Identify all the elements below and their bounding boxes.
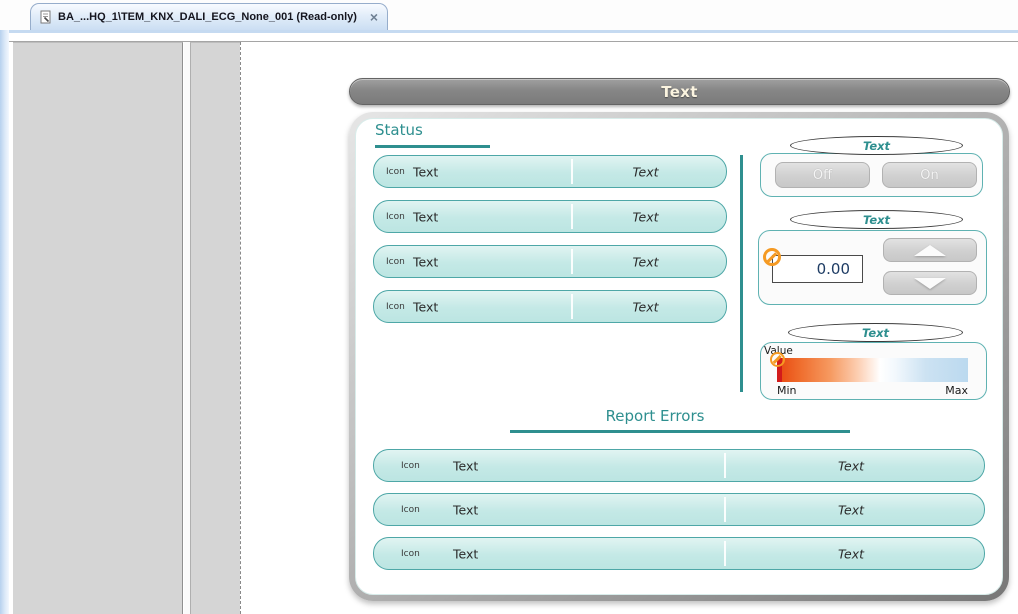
faceplate: Status Icon Text Text Icon Text Text Ico… <box>349 112 1009 601</box>
editor-window: BA_...HQ_1\TEM_KNX_DALI_ECG_None_001 (Re… <box>0 0 1018 614</box>
status-row-value: Text <box>571 164 720 179</box>
status-row: Icon Text Text <box>373 245 727 278</box>
faceplate-title: Text <box>661 83 697 101</box>
window-frame-left <box>0 30 9 614</box>
no-entry-icon <box>770 352 785 367</box>
switch-group-title: Text <box>790 136 963 155</box>
off-button[interactable]: Off <box>775 162 870 188</box>
report-row-icon-label: Icon <box>401 505 420 515</box>
status-row-value: Text <box>571 299 720 314</box>
report-row-label: Text <box>453 458 478 473</box>
no-entry-icon <box>763 248 781 266</box>
status-row-label: Text <box>413 254 438 269</box>
spinner-group-title: Text <box>790 210 963 229</box>
status-row-icon-label: Icon <box>386 257 405 267</box>
on-button[interactable]: On <box>882 162 977 188</box>
gauge-max-label: Max <box>929 384 968 397</box>
status-row-icon-label: Icon <box>386 302 405 312</box>
gauge-group-title: Text <box>788 323 963 342</box>
status-underline <box>375 145 490 148</box>
report-row-label: Text <box>453 546 478 561</box>
tab-bar: BA_...HQ_1\TEM_KNX_DALI_ECG_None_001 (Re… <box>0 0 1018 30</box>
status-row-value: Text <box>571 209 720 224</box>
document-icon <box>40 10 52 24</box>
report-row-value: Text <box>724 502 978 517</box>
arrow-up-icon <box>914 245 946 256</box>
report-error-row: Icon Text Text <box>373 537 985 570</box>
report-error-row: Icon Text Text <box>373 493 985 526</box>
left-panel <box>13 42 183 614</box>
tab-strip-border <box>0 30 1018 33</box>
document-tab[interactable]: BA_...HQ_1\TEM_KNX_DALI_ECG_None_001 (Re… <box>30 3 388 30</box>
increment-button[interactable] <box>883 238 977 262</box>
arrow-down-icon <box>914 278 946 289</box>
report-errors-underline <box>510 430 850 433</box>
status-row-value: Text <box>571 254 720 269</box>
decrement-button[interactable] <box>883 271 977 295</box>
status-row-label: Text <box>413 299 438 314</box>
report-row-icon-label: Icon <box>401 549 420 559</box>
value-input[interactable]: 0.00 <box>772 255 863 283</box>
gauge-gradient-bar[interactable] <box>777 358 968 382</box>
status-row: Icon Text Text <box>373 290 727 323</box>
gauge-min-label: Min <box>777 384 797 397</box>
status-row-icon-label: Icon <box>386 212 405 222</box>
report-error-row: Icon Text Text <box>373 449 985 482</box>
report-row-icon-label: Icon <box>401 461 420 471</box>
secondary-panel <box>190 42 240 614</box>
status-row-label: Text <box>413 164 438 179</box>
report-row-value: Text <box>724 546 978 561</box>
status-row: Icon Text Text <box>373 200 727 233</box>
tab-title: BA_...HQ_1\TEM_KNX_DALI_ECG_None_001 (Re… <box>58 11 357 23</box>
close-icon[interactable]: × <box>370 10 378 24</box>
vertical-separator <box>740 155 743 392</box>
report-row-value: Text <box>724 458 978 473</box>
report-row-label: Text <box>453 502 478 517</box>
faceplate-title-bar: Text <box>349 78 1010 105</box>
status-row-label: Text <box>413 209 438 224</box>
report-errors-title: Report Errors <box>505 407 805 425</box>
status-row: Icon Text Text <box>373 155 727 188</box>
status-row-icon-label: Icon <box>386 167 405 177</box>
status-section-title: Status <box>375 121 423 139</box>
